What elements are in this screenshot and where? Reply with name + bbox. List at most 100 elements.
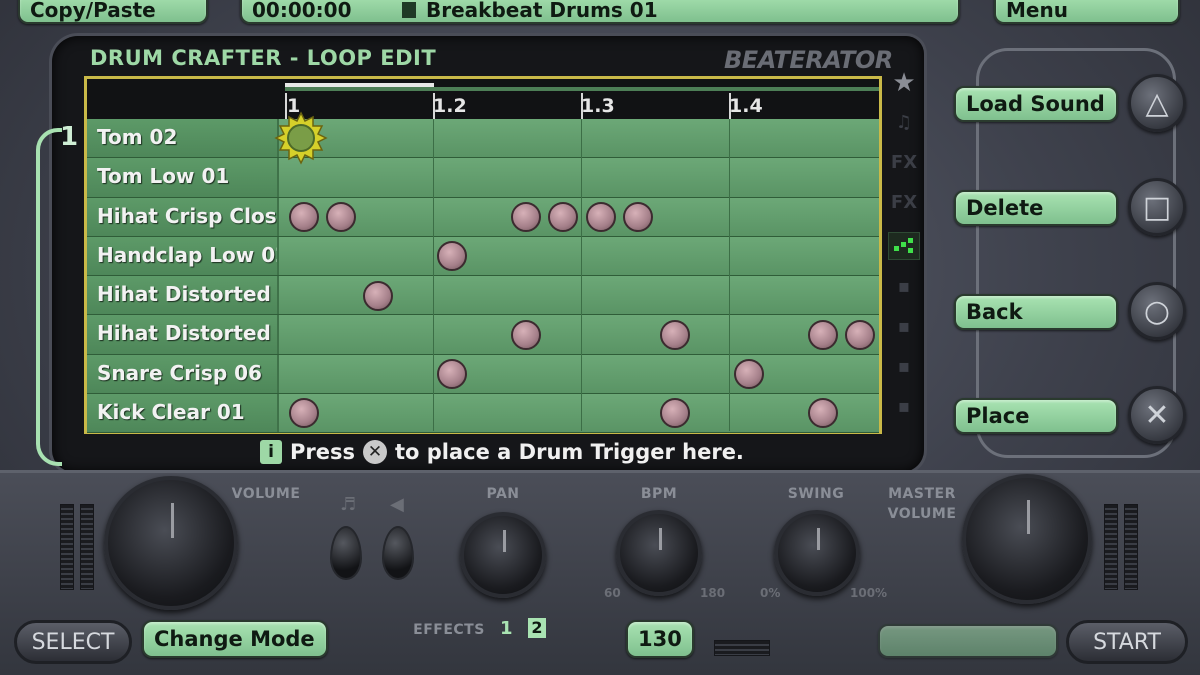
master-volume-knob[interactable] (962, 474, 1092, 604)
copy-paste-button[interactable]: Copy/Paste (18, 0, 208, 24)
track-label[interactable]: Handclap Low 02 (87, 236, 279, 275)
drum-trigger[interactable] (585, 202, 616, 233)
pan-knob[interactable] (460, 512, 546, 598)
mode-icon[interactable]: ▪ (888, 276, 920, 297)
volume-meter (80, 504, 94, 590)
pan-label: PAN (486, 486, 520, 502)
app-frame: Copy/Paste 00:00:00 Breakbeat Drums 01 M… (0, 0, 1200, 675)
track-number: 1 (60, 122, 79, 152)
square-icon[interactable]: □ (1128, 178, 1186, 236)
info-icon: i (260, 440, 282, 464)
mode-icon[interactable]: ▪ (888, 356, 920, 377)
track-row[interactable]: Hihat Distorted (87, 315, 879, 355)
drum-trigger[interactable] (288, 202, 319, 233)
track-row[interactable]: Hihat Distorted (87, 276, 879, 316)
circle-icon[interactable]: ○ (1128, 282, 1186, 340)
status-field (878, 624, 1058, 658)
track-label[interactable]: Hihat Distorted (87, 315, 279, 354)
master-meter (1124, 504, 1138, 590)
volume-label: VOLUME (231, 486, 301, 502)
track-row[interactable]: Kick Clear 01 (87, 393, 879, 433)
volume-knob[interactable] (104, 476, 238, 610)
panel-title: DRUM CRAFTER - LOOP EDIT (90, 46, 437, 70)
menu-button[interactable]: Menu (994, 0, 1180, 24)
ruler-label: 1.2 (433, 95, 467, 117)
ruler-label: 1.4 (729, 95, 763, 117)
music-icon[interactable]: ♫ (888, 112, 920, 133)
effect-2-indicator[interactable]: 2 (528, 618, 546, 638)
swing-min: 0% (760, 586, 781, 600)
bpm-max: 180 (700, 586, 726, 600)
triangle-icon[interactable]: △ (1128, 74, 1186, 132)
timeline-track (285, 87, 879, 91)
cross-icon[interactable]: ✕ (1128, 386, 1186, 444)
grid-mode-icon[interactable] (888, 232, 920, 260)
track-row[interactable]: Tom 02 (87, 119, 879, 159)
beat-line (729, 119, 730, 431)
track-label[interactable]: Tom 02 (87, 119, 279, 158)
swing-knob[interactable] (774, 510, 860, 596)
loop-info-bar: 00:00:00 Breakbeat Drums 01 (240, 0, 960, 24)
drum-trigger[interactable] (659, 398, 690, 429)
drum-trigger[interactable] (808, 319, 839, 350)
drum-grid: 1 1.2 1.3 1.4 Tom 02 Tom Low 01 Hihat Cr… (84, 76, 882, 434)
fx-icon[interactable]: FX (888, 192, 920, 213)
drum-trigger[interactable] (325, 202, 356, 233)
master-volume-label-1: MASTER (888, 486, 956, 502)
change-mode-button[interactable]: Change Mode (142, 620, 328, 658)
mode-icon[interactable]: ▪ (888, 396, 920, 417)
brand-logo: BEATERATOR (724, 46, 893, 74)
drum-trigger[interactable] (511, 319, 542, 350)
effect-note-icon: ♬ (340, 494, 357, 515)
start-button[interactable]: START (1066, 620, 1188, 664)
timeline-ruler: 1 1.2 1.3 1.4 (87, 79, 879, 119)
track-bracket (36, 128, 62, 466)
mode-icon[interactable]: ▪ (888, 316, 920, 337)
back-button[interactable]: Back (954, 294, 1118, 330)
edit-cursor-icon[interactable] (273, 109, 329, 165)
drum-trigger[interactable] (659, 319, 690, 350)
track-row[interactable]: Hihat Crisp Clos (87, 197, 879, 237)
drum-trigger[interactable] (622, 202, 653, 233)
effect-1-indicator[interactable]: 1 (500, 618, 513, 639)
master-meter (1104, 504, 1118, 590)
delete-button[interactable]: Delete (954, 190, 1118, 226)
drum-trigger[interactable] (734, 359, 765, 390)
hint-bar: i Press ✕ to place a Drum Trigger here. (260, 440, 744, 464)
fx-icon[interactable]: FX (888, 152, 920, 173)
track-label[interactable]: Snare Crisp 06 (87, 354, 279, 393)
loop-name: Breakbeat Drums 01 (426, 0, 658, 22)
swing-label: SWING (787, 486, 845, 502)
file-icon (402, 2, 416, 18)
bpm-label: BPM (640, 486, 678, 502)
bpm-knob[interactable] (616, 510, 702, 596)
hint-text: to place a Drum Trigger here. (395, 440, 744, 464)
load-sound-button[interactable]: Load Sound (954, 86, 1118, 122)
drum-trigger[interactable] (362, 280, 393, 311)
ruler-label: 1.3 (581, 95, 615, 117)
effects-label: EFFECTS (413, 622, 485, 638)
track-label[interactable]: Hihat Distorted (87, 276, 279, 315)
track-label[interactable]: Tom Low 01 (87, 158, 279, 197)
bpm-value: 130 (626, 620, 694, 658)
drum-trigger[interactable] (288, 398, 319, 429)
star-icon[interactable]: ★ (888, 68, 920, 98)
track-row[interactable]: Tom Low 01 (87, 158, 879, 198)
drum-trigger[interactable] (437, 359, 468, 390)
beat-line (433, 119, 434, 431)
track-label[interactable]: Kick Clear 01 (87, 393, 279, 432)
track-label[interactable]: Hihat Crisp Clos (87, 197, 279, 236)
track-rows: Tom 02 Tom Low 01 Hihat Crisp Clos Handc… (87, 119, 879, 433)
hint-press: Press (290, 440, 355, 464)
beat-line (581, 119, 582, 431)
select-button[interactable]: SELECT (14, 620, 132, 664)
track-row[interactable]: Handclap Low 02 (87, 236, 879, 276)
cross-button-icon: ✕ (363, 440, 387, 464)
playback-progress (285, 83, 434, 87)
master-volume-label-2: VOLUME (887, 506, 957, 522)
place-button[interactable]: Place (954, 398, 1118, 434)
bpm-min: 60 (604, 586, 621, 600)
swing-max: 100% (850, 586, 888, 600)
status-meter (714, 640, 770, 656)
time-display: 00:00:00 (252, 0, 352, 22)
